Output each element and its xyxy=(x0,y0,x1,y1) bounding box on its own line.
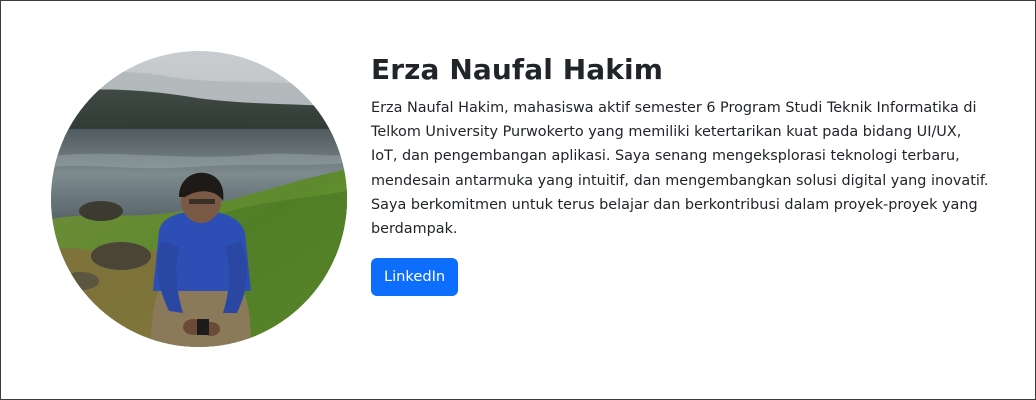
linkedin-button[interactable]: LinkedIn xyxy=(371,258,459,297)
profile-photo xyxy=(51,51,347,347)
profile-photo-image xyxy=(51,51,347,347)
profile-name: Erza Naufal Hakim xyxy=(371,53,663,86)
page-frame: Erza Naufal Hakim Erza Naufal Hakim, mah… xyxy=(0,0,1036,400)
profile-bio: Erza Naufal Hakim, mahasiswa aktif semes… xyxy=(371,100,989,238)
profile-section: Erza Naufal Hakim Erza Naufal Hakim, mah… xyxy=(1,1,1035,399)
profile-info: Erza Naufal Hakim Erza Naufal Hakim, mah… xyxy=(371,51,991,297)
